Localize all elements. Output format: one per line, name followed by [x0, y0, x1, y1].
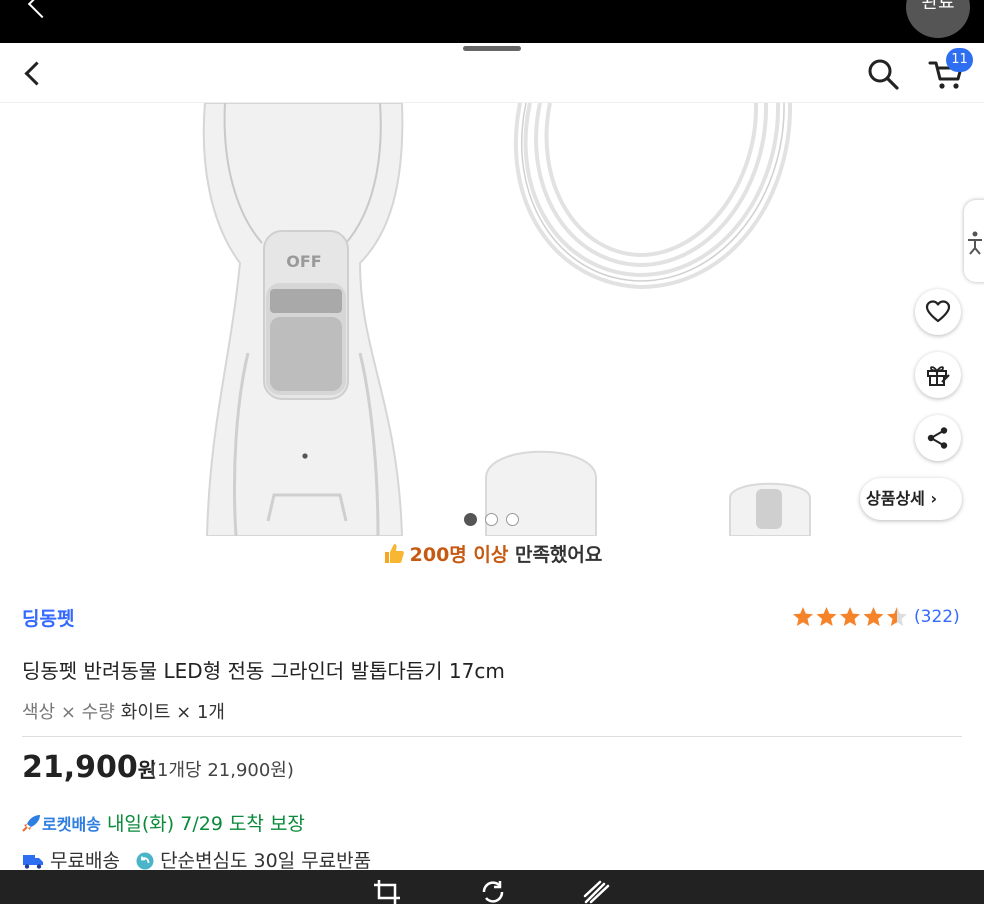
search-icon[interactable]	[866, 57, 900, 91]
free-shipping-text: 무료배송	[50, 850, 120, 872]
brand-link[interactable]: 딩동펫	[22, 604, 74, 631]
wishlist-heart-icon[interactable]	[915, 289, 961, 335]
page-dot[interactable]	[506, 513, 519, 526]
crop-icon[interactable]	[372, 878, 402, 904]
truck-icon	[23, 855, 43, 869]
satisfaction-text: 만족했어요	[514, 544, 603, 566]
gift-icon[interactable]	[915, 352, 961, 398]
option-summary[interactable]: 색상 × 수량 화이트 × 1개	[22, 698, 225, 724]
return-icon	[136, 852, 154, 870]
product-image[interactable]: OFF	[0, 103, 984, 536]
product-detail-button[interactable]: 상품상세 ›	[860, 478, 962, 520]
back-icon[interactable]	[20, 59, 48, 87]
option-label: 색상 × 수량	[22, 702, 115, 723]
rocket-delivery: 로켓배송 내일(화) 7/29 도착 보장	[22, 809, 305, 836]
shipping-info: 무료배송 단순변심도 30일 무료반품	[22, 846, 371, 873]
done-button[interactable]: 완료	[906, 0, 970, 38]
rating-stars-icon	[793, 607, 907, 626]
app-header	[0, 43, 984, 103]
product-page: 완료 11 OFF 상품상세 › 200명 이상 만족했어요 딩동펫 (322)…	[0, 0, 984, 904]
draw-icon[interactable]	[582, 878, 612, 904]
share-icon[interactable]	[915, 415, 961, 461]
product-illustration: OFF	[202, 103, 811, 536]
arrival-guarantee: 내일(화) 7/29 도착 보장	[106, 813, 305, 835]
product-title: 딩동펫 반려동물 LED형 전동 그라인더 발톱다듬기 17cm	[22, 659, 505, 683]
price-value: 21,900	[22, 750, 138, 785]
rotate-icon[interactable]	[478, 878, 508, 904]
drag-handle[interactable]	[463, 46, 521, 51]
option-value: 화이트 × 1개	[120, 702, 225, 723]
satisfaction-banner: 200명 이상 만족했어요	[0, 540, 984, 567]
page-dot[interactable]	[485, 513, 498, 526]
review-count[interactable]: (322)	[914, 607, 960, 627]
toolbar-back-icon[interactable]	[27, 0, 57, 19]
thumbs-up-icon	[384, 544, 404, 563]
edit-toolbar	[0, 870, 984, 904]
price: 21,900원	[22, 750, 156, 785]
satisfaction-count: 200명 이상	[409, 544, 509, 566]
rating[interactable]: (322)	[792, 606, 960, 628]
rocket-label: 로켓배송	[42, 815, 101, 834]
page-dot[interactable]	[464, 513, 477, 526]
gallery-pagination	[464, 513, 519, 527]
return-policy-text: 단순변심도 30일 무료반품	[160, 850, 372, 872]
switch-off-label: OFF	[286, 252, 321, 271]
unit-price: (1개당 21,900원)	[150, 760, 294, 781]
accessibility-tab[interactable]	[964, 200, 984, 282]
screenshot-toolbar: 완료	[0, 0, 984, 43]
divider	[22, 736, 962, 737]
cart-count-badge: 11	[946, 48, 973, 72]
rocket-icon	[22, 815, 40, 832]
